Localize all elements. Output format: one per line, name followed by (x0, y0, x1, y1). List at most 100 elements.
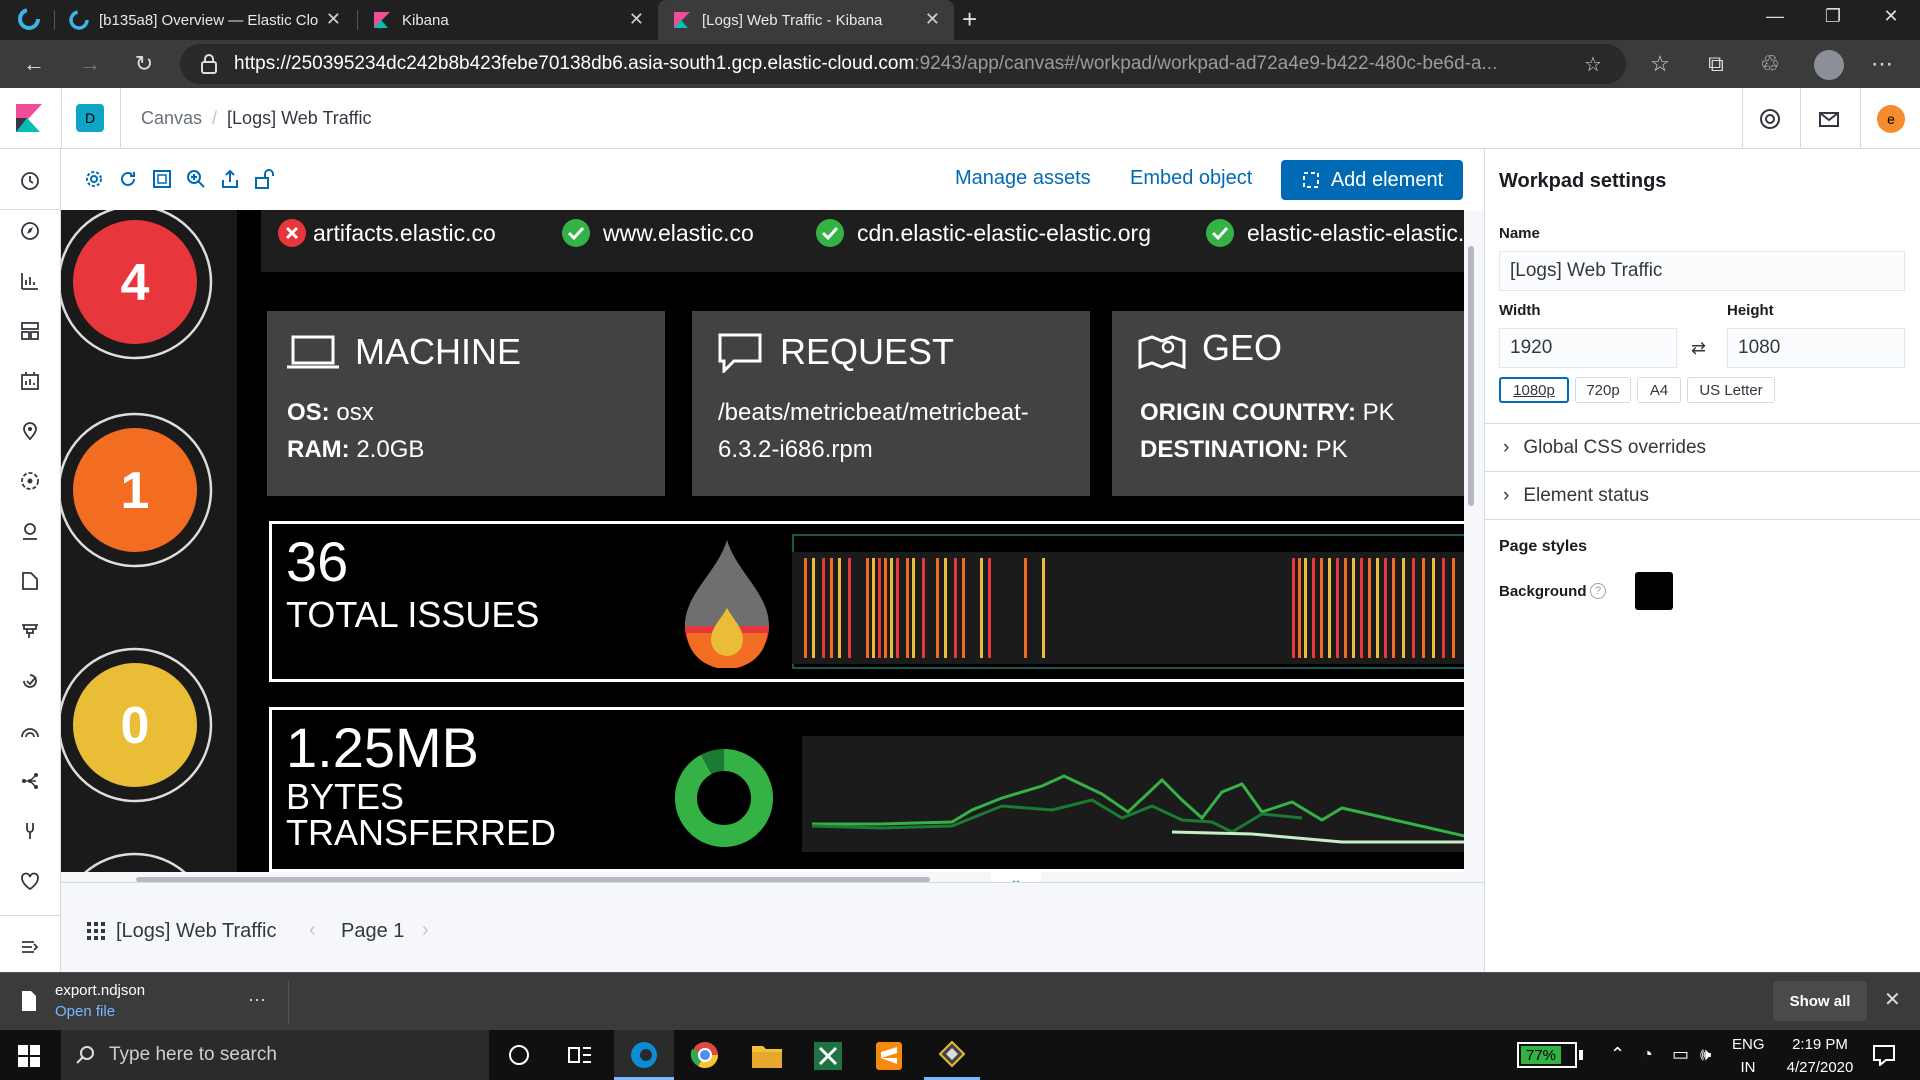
request-card[interactable]: REQUEST /beats/metricbeat/metricbeat- 6.… (692, 311, 1090, 496)
tab-kibana[interactable]: Kibana ✕ (358, 0, 658, 40)
graph-icon[interactable] (18, 769, 42, 793)
vertical-scrollbar[interactable] (1468, 246, 1474, 506)
profile-avatar[interactable] (1814, 50, 1844, 80)
status-circle-yellow[interactable]: 0 (61, 647, 221, 807)
battery-indicator[interactable]: 77% (1517, 1042, 1577, 1068)
help-tooltip-icon[interactable]: ? (1590, 583, 1606, 599)
url-field[interactable]: https://250395234dc242b8b423febe70138db6… (180, 44, 1626, 84)
prev-page-icon[interactable]: ‹ (309, 919, 316, 942)
favorite-star-icon[interactable]: ☆ (1584, 52, 1602, 77)
settings-icon[interactable] (83, 168, 105, 190)
name-input[interactable]: [Logs] Web Traffic (1499, 251, 1905, 291)
cortana-icon[interactable] (508, 1044, 530, 1066)
minimize-button[interactable]: — (1750, 0, 1800, 32)
volume-icon[interactable]: 🕪 (1700, 1044, 1711, 1065)
width-input[interactable]: 1920 (1499, 328, 1677, 368)
preset-1080p[interactable]: 1080p (1499, 377, 1569, 403)
uptime-icon[interactable] (18, 669, 42, 693)
apm-icon[interactable] (18, 619, 42, 643)
download-more-icon[interactable]: ··· (248, 989, 266, 1010)
preset-720p[interactable]: 720p (1575, 377, 1631, 403)
height-input[interactable]: 1080 (1727, 328, 1905, 368)
close-icon[interactable]: ✕ (326, 9, 341, 30)
back-icon[interactable]: ← (18, 48, 50, 80)
more-icon[interactable]: ⋯ (1866, 48, 1898, 80)
tab-elastic-overview[interactable]: [b135a8] Overview — Elastic Clo ✕ (55, 0, 355, 40)
feedback-icon[interactable]: ♲ (1754, 48, 1786, 80)
sites-strip[interactable]: artifacts.elastic.co www.elastic.co cdn.… (261, 210, 1464, 272)
help-icon[interactable] (1758, 107, 1782, 131)
chevron-up-icon[interactable]: ⌃ (1610, 1044, 1625, 1065)
newsfeed-icon[interactable] (1817, 107, 1841, 131)
total-issues-panel[interactable]: 36 TOTAL ISSUES (269, 521, 1464, 682)
global-css-accordion[interactable]: › Global CSS overrides (1485, 423, 1920, 471)
space-avatar[interactable]: D (76, 104, 104, 132)
task-view-icon[interactable] (568, 1044, 592, 1066)
canvas-icon[interactable] (18, 369, 42, 393)
taskbar-app[interactable] (924, 1030, 980, 1080)
breadcrumb-canvas[interactable]: Canvas (141, 108, 202, 129)
close-download-bar-icon[interactable]: ✕ (1884, 987, 1901, 1012)
taskbar-excel[interactable] (814, 1042, 842, 1070)
visualize-icon[interactable] (18, 269, 42, 293)
refresh-icon[interactable]: ↻ (128, 48, 160, 80)
geo-card[interactable]: GEO ORIGIN COUNTRY: PK DESTINATION: PK (1112, 311, 1464, 496)
favorites-icon[interactable]: ☆ (1644, 48, 1676, 80)
tab-web-traffic[interactable]: [Logs] Web Traffic - Kibana ✕ (658, 0, 954, 40)
notifications-icon[interactable] (1872, 1044, 1896, 1066)
battery-icon[interactable]: ▭ (1672, 1044, 1689, 1065)
share-icon[interactable] (219, 168, 241, 190)
taskbar-file-explorer[interactable] (752, 1042, 782, 1068)
preset-us-letter[interactable]: US Letter (1687, 377, 1775, 403)
bytes-panel[interactable]: 1.25MB BYTES TRANSFERRED (269, 707, 1464, 872)
status-circle-orange[interactable]: 1 (61, 412, 221, 572)
dashboard-icon[interactable] (18, 319, 42, 343)
taskbar-edge[interactable] (614, 1030, 674, 1080)
kibana-logo-icon[interactable] (14, 102, 44, 134)
zoom-icon[interactable] (185, 168, 207, 190)
metrics-icon[interactable] (18, 719, 42, 743)
preset-a4[interactable]: A4 (1637, 377, 1681, 403)
background-color-swatch[interactable] (1635, 572, 1673, 610)
collections-icon[interactable]: ⧉ (1700, 48, 1732, 80)
elastic-cloud-icon[interactable] (18, 8, 40, 30)
clock[interactable]: 2:19 PM 4/27/2020 (1778, 1036, 1862, 1076)
siem-icon[interactable] (18, 519, 42, 543)
show-all-button[interactable]: Show all (1773, 981, 1867, 1021)
new-tab-button[interactable]: + (962, 4, 977, 35)
fullscreen-icon[interactable] (151, 168, 173, 190)
monitoring-icon[interactable] (18, 869, 42, 893)
add-element-button[interactable]: Add element (1281, 160, 1463, 200)
taskbar-chrome[interactable] (690, 1040, 720, 1070)
windows-start-icon[interactable] (18, 1045, 40, 1067)
workpad-canvas[interactable]: 4 1 0 artifacts.elastic.co www.elastic.c… (61, 210, 1464, 872)
discover-icon[interactable] (18, 219, 42, 243)
machine-card[interactable]: MACHINE OS: osx RAM: 2.0GB (267, 311, 665, 496)
status-circle-red[interactable]: 4 (61, 210, 221, 364)
taskbar-sublime[interactable] (876, 1042, 902, 1070)
element-status-accordion[interactable]: › Element status (1485, 471, 1920, 519)
manage-assets-link[interactable]: Manage assets (955, 167, 1091, 190)
forward-icon[interactable]: → (74, 48, 106, 80)
collapse-nav-icon[interactable] (18, 935, 42, 959)
logs-icon[interactable] (18, 569, 42, 593)
chevron-down-icon[interactable]: ⌄ (991, 870, 1041, 882)
wifi-icon[interactable]: ◔ (1642, 1044, 1653, 1065)
next-page-icon[interactable]: › (422, 919, 429, 942)
grid-icon[interactable] (87, 922, 105, 940)
dev-tools-icon[interactable] (18, 819, 42, 843)
embed-object-link[interactable]: Embed object (1130, 167, 1252, 190)
download-filename[interactable]: export.ndjson (55, 982, 145, 999)
maps-icon[interactable] (18, 419, 42, 443)
taskbar-search[interactable]: Type here to search (61, 1030, 489, 1080)
close-icon[interactable]: ✕ (925, 9, 940, 30)
recent-icon[interactable] (18, 169, 42, 193)
open-file-link[interactable]: Open file (55, 1003, 115, 1020)
swap-dimensions-icon[interactable]: ⇄ (1691, 338, 1706, 359)
unlock-icon[interactable] (253, 168, 275, 190)
close-icon[interactable]: ✕ (629, 9, 644, 30)
ml-icon[interactable] (18, 469, 42, 493)
user-avatar[interactable]: e (1877, 105, 1905, 133)
close-window-button[interactable]: ✕ (1866, 0, 1916, 32)
language-indicator[interactable]: ENG IN (1732, 1036, 1765, 1076)
